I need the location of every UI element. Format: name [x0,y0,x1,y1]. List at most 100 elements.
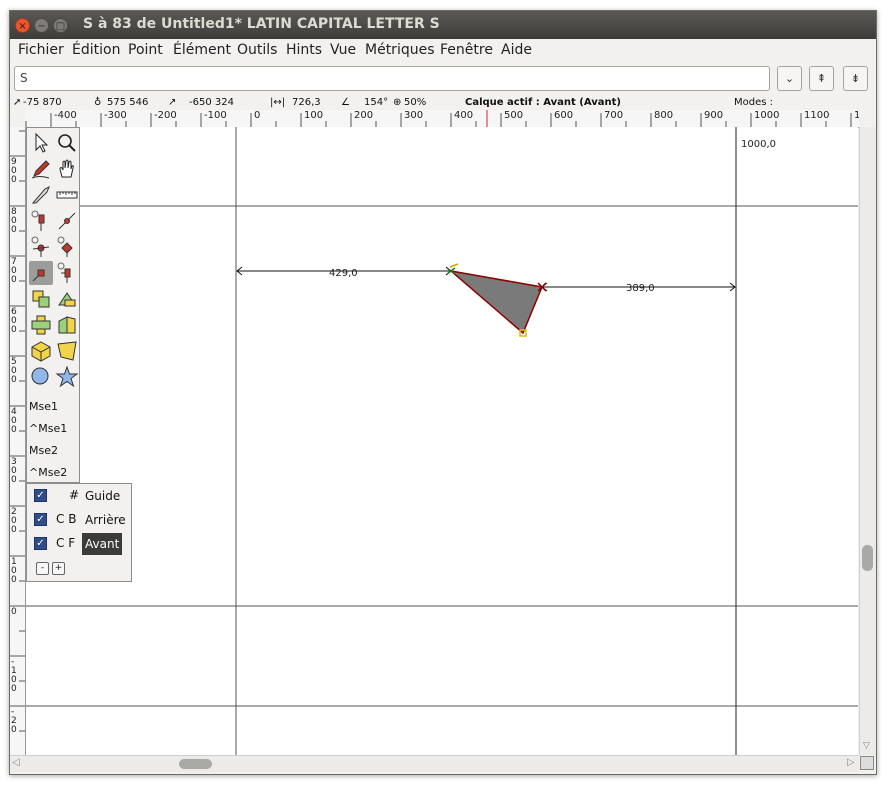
layer-name-active[interactable]: Avant [82,533,123,555]
ruler-label: 1000 [754,110,780,121]
knife-icon [31,185,50,204]
info-bar: ➚ -75 870 ♁ 575 546 ↗ -650 324 |↔| 726,3… [10,97,876,111]
menu-fenetre[interactable]: Fenêtre [440,42,493,58]
curve-point-tool[interactable] [29,209,53,233]
ruler-label: -100 [204,110,227,121]
point-icon: ♁ [94,97,102,108]
glyph-dropdown-button[interactable]: ⌄ [777,66,802,91]
pencil-icon [31,160,50,179]
freehand-tool[interactable] [29,157,53,181]
close-icon: × [18,21,27,32]
pointer-x: -75 870 [23,97,62,108]
menu-fichier[interactable]: Fichier [18,42,64,58]
layer-visibility-checkbox[interactable]: ✓ [34,489,47,502]
pen-icon [32,269,45,282]
rotate-tool[interactable] [55,287,79,311]
ruler-label: 7 0 0 [11,257,17,285]
skew-icon [58,316,76,334]
horizontal-ruler: -400 -300 -200 -100 0 100 200 300 400 500 600 700 80… [25,110,859,128]
zoom-value: 50% [404,97,427,108]
arrow-up-icon: ⇞ [816,72,827,85]
cube-icon [31,341,51,362]
tangent-point-tool[interactable] [55,235,79,259]
layer-name[interactable]: Arrière [82,509,129,531]
vertical-scrollbar[interactable]: ▽ [859,127,876,755]
layer-key: C F [56,536,76,550]
pointer-y: 575 546 [107,97,149,108]
spiro-tool[interactable] [55,261,79,285]
perspective-tool[interactable] [55,339,79,363]
pointer-position-icon: ➚ [13,97,22,108]
hv-curve-point-tool[interactable] [55,209,79,233]
star-tool[interactable] [55,365,79,389]
menu-element[interactable]: Élément [173,42,231,58]
ctrl-mouse2-label: ^Mse2 [29,466,68,479]
scroll-left-arrow-icon[interactable]: ◁ [12,757,20,768]
ruler-label: 9 0 0 [11,157,17,185]
skew-tool[interactable] [55,313,79,337]
layer-row-back[interactable]: ✓ C B Arrière [27,509,131,531]
right-bearing-label: 389,0 [626,283,655,294]
menu-metriques[interactable]: Métriques [365,42,435,58]
angle-icon: ∠ [341,97,350,108]
corner-point-icon [31,236,50,257]
vertical-scroll-thumb[interactable] [862,545,873,571]
resize-corner-icon[interactable] [860,756,874,770]
add-layer-button[interactable]: + [52,562,65,575]
mouse2-label: Mse2 [29,444,58,457]
remove-layer-button[interactable]: - [36,562,49,575]
corner-point-tool[interactable] [29,235,53,259]
flip-tool[interactable] [29,313,53,337]
menu-hints[interactable]: Hints [286,42,322,58]
ruler-label: 1 0 0 [11,557,17,585]
left-bearing-label: 429,0 [329,268,358,279]
window-title: S à 83 de Untitled1* LATIN CAPITAL LETTE… [83,16,440,32]
pen-tool-active[interactable] [29,261,53,285]
next-glyph-button[interactable]: ⇟ [843,66,868,91]
ruler-label: - 2 0 [11,707,17,735]
hand-icon [59,159,74,178]
ruler-label: 6 0 0 [11,307,17,335]
3d-rotate-tool[interactable] [29,339,53,363]
distance-icon: |↔| [270,97,286,108]
knife-tool[interactable] [29,183,53,207]
layer-row-fore[interactable]: ✓ C F Avant [27,533,131,555]
scroll-right-arrow-icon[interactable]: ▷ [847,757,855,768]
menu-point[interactable]: Point [128,42,163,58]
layer-visibility-checkbox[interactable]: ✓ [34,537,47,550]
glyph-name-input[interactable]: S [14,66,770,91]
scale-icon [32,290,50,308]
maximize-button[interactable]: □ [53,18,68,33]
menu-vue[interactable]: Vue [330,42,356,58]
minimize-icon: − [37,21,46,32]
scale-tool[interactable] [29,287,53,311]
rotate-icon [58,292,76,307]
scroll-down-arrow-icon[interactable]: ▽ [863,741,870,751]
perspective-icon [57,341,77,361]
ruler-label: 900 [704,110,724,121]
magnify-tool[interactable] [55,131,79,155]
glyph-canvas[interactable]: 1000,0 429,0 389,0 [26,127,858,755]
menu-edition[interactable]: Édition [72,42,120,58]
layer-visibility-checkbox[interactable]: ✓ [34,513,47,526]
ruler-label: -400 [54,110,77,121]
spiro-icon [57,262,71,283]
mouse1-label: Mse1 [29,400,58,413]
menu-aide[interactable]: Aide [501,42,532,58]
zoom-icon: ⊕ [393,97,402,108]
pointer-tool[interactable] [29,131,53,155]
scroll-tool[interactable] [55,157,79,181]
horizontal-scroll-thumb[interactable] [179,759,212,769]
menu-outils[interactable]: Outils [237,42,277,58]
delta-icon: ↗ [168,97,177,108]
horizontal-scrollbar[interactable]: ◁ ▷ [10,755,859,772]
minimize-button[interactable]: − [34,18,49,33]
layer-name[interactable]: Guide [82,485,123,507]
tangent-point-icon [58,212,76,230]
glyph-contour[interactable] [448,269,544,335]
ellipse-tool[interactable] [29,365,53,389]
close-button[interactable]: × [15,18,30,33]
previous-glyph-button[interactable]: ⇞ [809,66,834,91]
ruler-tool[interactable] [55,183,79,207]
layer-row-guide[interactable]: ✓ # Guide [27,485,131,507]
